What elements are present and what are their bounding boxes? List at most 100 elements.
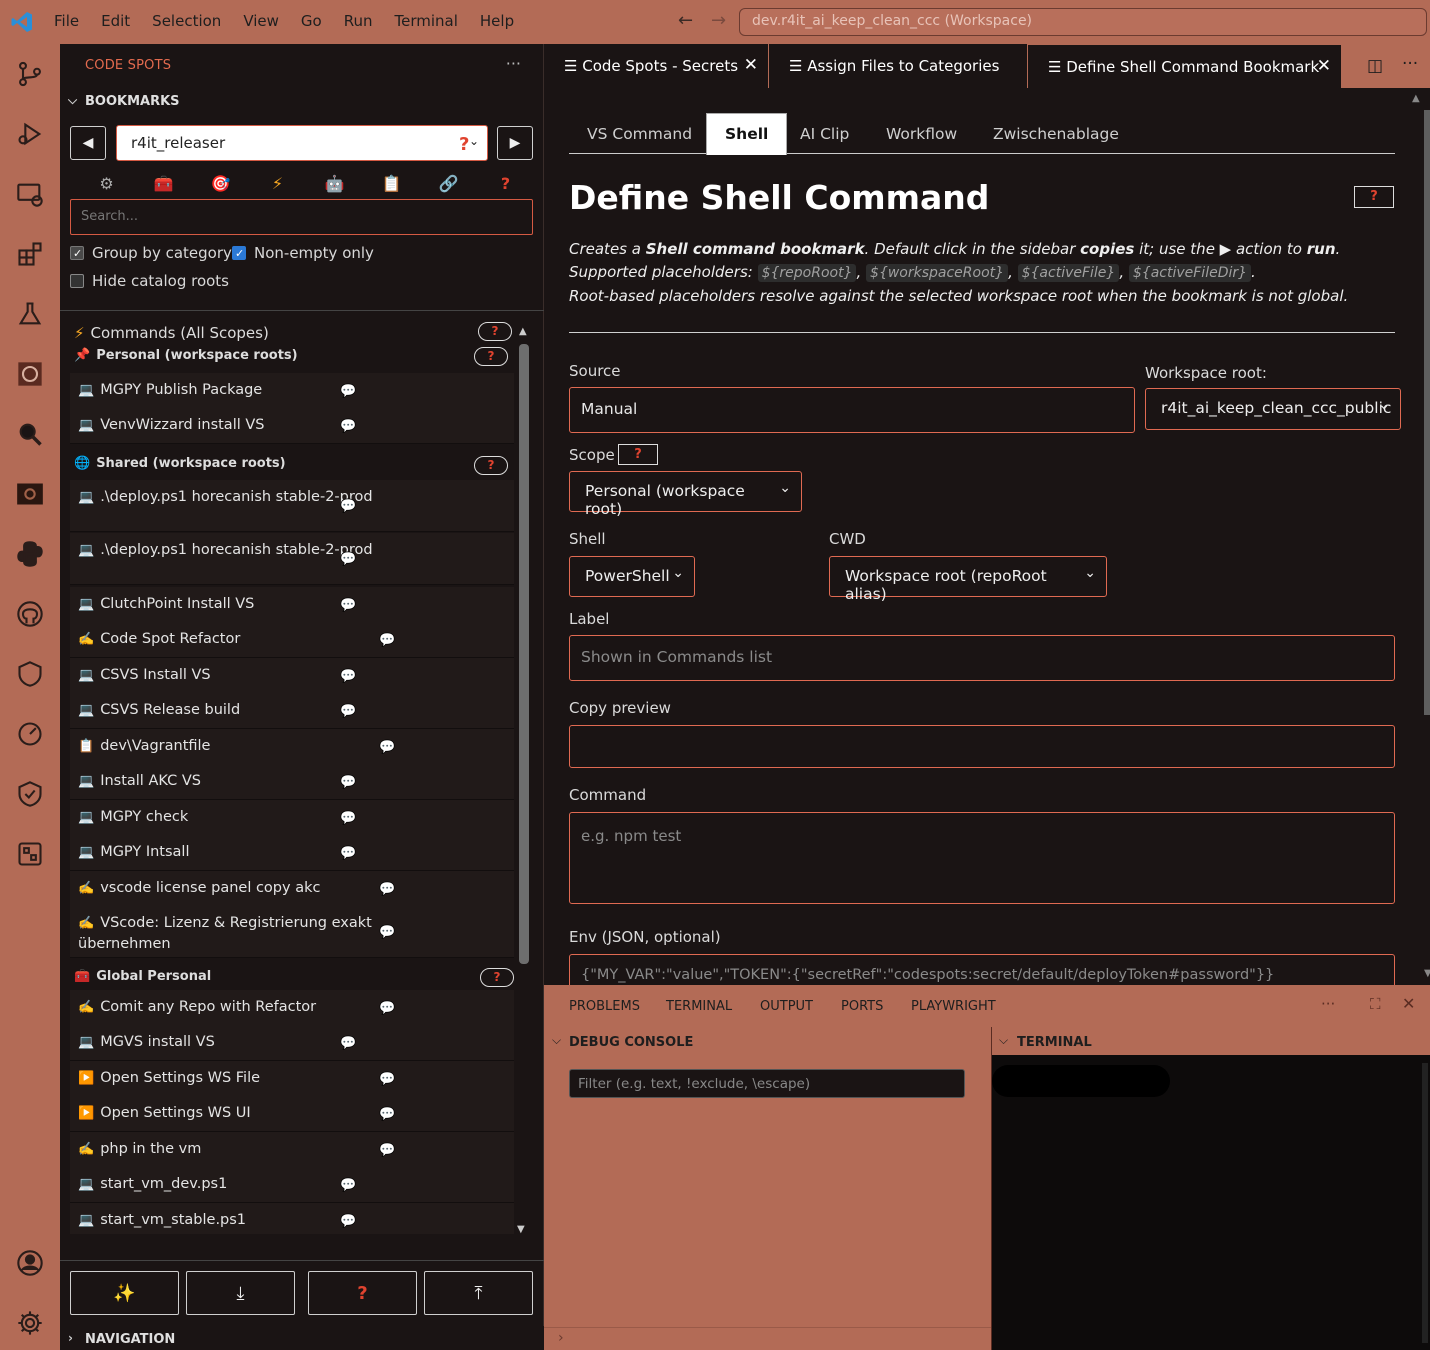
list-item[interactable]: 💻 VenvWizzard install VS 💬 bbox=[70, 408, 514, 444]
commands-group-header[interactable]: ⚡ Commands (All Scopes) bbox=[74, 324, 269, 342]
menu-file[interactable]: File bbox=[54, 12, 79, 30]
comment-icon[interactable]: 💬 bbox=[379, 631, 395, 651]
tab-assign-files[interactable]: ☰ Assign Files to Categories bbox=[769, 44, 1027, 88]
project-select[interactable]: r4it_releaser ⌄ bbox=[116, 125, 488, 161]
comment-icon[interactable]: 💬 bbox=[340, 1212, 356, 1232]
checkbox-checked[interactable] bbox=[70, 246, 84, 260]
testing-flask-icon[interactable] bbox=[14, 298, 46, 330]
robot-icon[interactable]: 🤖 bbox=[306, 174, 363, 193]
tab-terminal[interactable]: TERMINAL bbox=[666, 999, 732, 1014]
list-item[interactable]: ▶️ Open Settings WS File 💬 bbox=[70, 1061, 514, 1097]
list-item[interactable]: 💻 MGPY Publish Package 💬 bbox=[70, 373, 514, 409]
database-shield-icon[interactable] bbox=[14, 658, 46, 690]
tab-vs-command[interactable]: VS Command bbox=[587, 113, 692, 155]
list-item[interactable]: ▶️ Open Settings WS UI 💬 bbox=[70, 1096, 514, 1132]
python-icon[interactable] bbox=[14, 538, 46, 570]
tab-problems[interactable]: PROBLEMS bbox=[569, 999, 640, 1014]
menu-go[interactable]: Go bbox=[301, 12, 322, 30]
help-pill[interactable]: ? bbox=[474, 456, 508, 475]
list-item[interactable]: 💻 MGVS install VS 💬 bbox=[70, 1025, 514, 1061]
comment-icon[interactable]: 💬 bbox=[379, 999, 395, 1019]
tab-playwright[interactable]: PLAYWRIGHT bbox=[911, 999, 996, 1014]
menu-run[interactable]: Run bbox=[344, 12, 373, 30]
lightning-icon[interactable]: ⚡ bbox=[249, 174, 306, 193]
clipboard-icon[interactable]: 📋 bbox=[363, 174, 420, 193]
link-icon[interactable]: 🔗 bbox=[420, 174, 477, 193]
settings-gear-icon[interactable] bbox=[14, 1307, 46, 1339]
label-input[interactable]: Shown in Commands list bbox=[569, 635, 1395, 681]
list-item[interactable]: 💻 start_vm_stable.ps1 💬 bbox=[70, 1203, 514, 1234]
comment-icon[interactable]: 💬 bbox=[340, 417, 356, 437]
personal-group-header[interactable]: 📌 Personal (workspace roots) bbox=[74, 348, 298, 363]
menu-terminal[interactable]: Terminal bbox=[395, 12, 458, 30]
cwd-select[interactable]: Workspace root (repoRoot alias) ⌄ bbox=[829, 556, 1107, 603]
back-arrow-icon[interactable]: ← bbox=[678, 10, 693, 31]
magic-button[interactable]: ✨ bbox=[70, 1271, 179, 1315]
timeline-icon[interactable] bbox=[14, 718, 46, 750]
comment-icon[interactable]: 💬 bbox=[340, 497, 356, 517]
tab-shell[interactable]: Shell bbox=[706, 113, 788, 155]
editor-scrollbar[interactable] bbox=[1424, 110, 1430, 715]
more-actions-icon[interactable]: ··· bbox=[506, 54, 521, 73]
dashboard-icon[interactable] bbox=[14, 838, 46, 870]
filter-input[interactable]: Filter (e.g. text, !exclude, \escape) bbox=[569, 1069, 965, 1098]
non-empty-only-checkbox[interactable]: Non-empty only bbox=[232, 244, 374, 262]
list-item[interactable]: ✍️ Comit any Repo with Refactor 💬 bbox=[70, 990, 514, 1026]
import-button[interactable]: ⤓ bbox=[186, 1271, 295, 1315]
source-field[interactable]: Manual bbox=[569, 387, 1135, 433]
comment-icon[interactable]: 💬 bbox=[379, 1141, 395, 1161]
comment-icon[interactable]: 💬 bbox=[340, 667, 356, 687]
command-textarea[interactable]: e.g. npm test bbox=[569, 812, 1395, 904]
export-button[interactable]: ⤒ bbox=[424, 1271, 533, 1315]
remote-explorer-icon[interactable] bbox=[14, 178, 46, 210]
tab-ports[interactable]: PORTS bbox=[841, 999, 883, 1014]
chevron-down-icon[interactable]: ⌵ bbox=[999, 1033, 1008, 1048]
list-item[interactable]: 💻 .\deploy.ps1 horecanish stable-2-prod 💬 bbox=[70, 533, 514, 585]
maximize-panel-icon[interactable]: ⛶ bbox=[1370, 995, 1381, 1013]
tab-code-spots-secrets[interactable]: ☰ Code Spots - Secrets ✕ bbox=[544, 44, 768, 88]
search-input[interactable]: Search... bbox=[70, 199, 533, 235]
tab-define-shell-command[interactable]: ☰ Define Shell Command Bookmark ✕ bbox=[1028, 44, 1341, 88]
list-item[interactable]: ✍️ Code Spot Refactor 💬 bbox=[70, 622, 514, 658]
shell-select[interactable]: PowerShell ⌄ bbox=[569, 556, 695, 597]
menu-help[interactable]: Help bbox=[480, 12, 514, 30]
shared-group-header[interactable]: 🌐 Shared (workspace roots) bbox=[74, 456, 286, 471]
sidebar-scrollbar[interactable] bbox=[519, 344, 529, 964]
comment-icon[interactable]: 💬 bbox=[379, 738, 395, 758]
group-by-category-checkbox[interactable]: Group by category bbox=[70, 244, 232, 262]
scroll-down-arrow-icon[interactable]: ▼ bbox=[1424, 968, 1430, 979]
list-item[interactable]: 💻 ClutchPoint Install VS 💬 bbox=[70, 587, 514, 623]
list-item[interactable]: 💻 start_vm_dev.ps1 💬 bbox=[70, 1167, 514, 1203]
list-item[interactable]: 💻 .\deploy.ps1 horecanish stable-2-prod 💬 bbox=[70, 480, 514, 532]
comment-icon[interactable]: 💬 bbox=[340, 596, 356, 616]
chevron-down-icon[interactable]: ⌵ bbox=[552, 1033, 561, 1048]
help-icon[interactable]: ? bbox=[477, 174, 534, 193]
tab-workflow[interactable]: Workflow bbox=[886, 113, 957, 155]
help-icon[interactable]: ? bbox=[459, 134, 469, 155]
list-item[interactable]: 📋 dev\Vagrantfile 💬 bbox=[70, 729, 514, 765]
scroll-up-arrow-icon[interactable]: ▲ bbox=[519, 326, 527, 337]
scope-help-button[interactable]: ? bbox=[618, 444, 658, 465]
debug-console-header[interactable]: DEBUG CONSOLE bbox=[569, 1035, 693, 1050]
tab-zwischenablage[interactable]: Zwischenablage bbox=[993, 113, 1119, 155]
more-actions-icon[interactable]: ··· bbox=[1402, 54, 1418, 74]
scroll-down-arrow-icon[interactable]: ▼ bbox=[517, 1224, 525, 1235]
help-pill[interactable]: ? bbox=[478, 322, 512, 341]
menu-selection[interactable]: Selection bbox=[152, 12, 221, 30]
close-icon[interactable]: ✕ bbox=[1317, 56, 1331, 76]
comment-icon[interactable]: 💬 bbox=[379, 1105, 395, 1125]
account-icon[interactable] bbox=[14, 1247, 46, 1279]
list-item[interactable]: 💻 Install AKC VS 💬 bbox=[70, 764, 514, 800]
next-project-button[interactable]: ▶ bbox=[497, 126, 533, 160]
gear-icon[interactable]: ⚙ bbox=[78, 174, 135, 193]
help-button[interactable]: ? bbox=[1354, 186, 1394, 208]
extensions-icon[interactable] bbox=[14, 238, 46, 270]
comment-icon[interactable]: 💬 bbox=[340, 1176, 356, 1196]
comment-icon[interactable]: 💬 bbox=[379, 880, 395, 900]
checkbox-checked[interactable] bbox=[232, 246, 246, 260]
list-item[interactable]: ✍️ VScode: Lizenz & Registrierung exakt ü… bbox=[70, 906, 514, 958]
comment-icon[interactable]: 💬 bbox=[379, 1070, 395, 1090]
tab-output[interactable]: OUTPUT bbox=[760, 999, 813, 1014]
target-icon[interactable]: 🎯 bbox=[192, 174, 249, 193]
help-pill[interactable]: ? bbox=[480, 968, 514, 987]
